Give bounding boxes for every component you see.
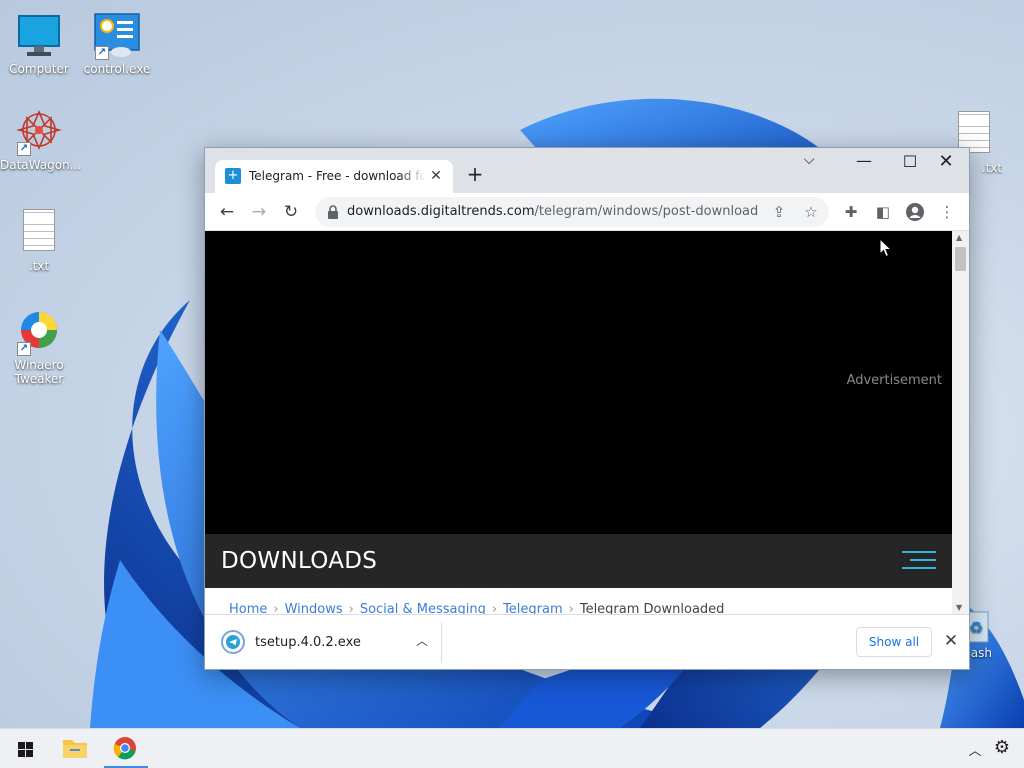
browser-toolbar: ← → ↻ downloads.digitaltrends.com/telegr…	[205, 193, 969, 231]
new-tab-button[interactable]: +	[463, 164, 487, 188]
url-text: downloads.digitaltrends.com/telegram/win…	[347, 204, 758, 219]
desktop-icon-txt-file[interactable]: .txt	[0, 206, 78, 273]
breadcrumb-home[interactable]: Home	[229, 602, 267, 614]
winaero-tweaker-icon: ↗	[15, 308, 63, 356]
breadcrumb-telegram[interactable]: Telegram	[503, 602, 563, 614]
browser-menu-icon[interactable]: ⋮	[937, 202, 957, 222]
taskbar: ︿ ⚙	[0, 728, 1024, 768]
video-ad-area[interactable]: Advertisement	[205, 231, 952, 534]
side-panel-icon[interactable]: ◧	[873, 202, 893, 222]
desktop-icon-winaero-tweaker[interactable]: ↗ Winaero Tweaker	[0, 308, 78, 386]
chrome-icon	[113, 737, 136, 760]
monitor-icon	[15, 12, 63, 60]
hamburger-menu-icon[interactable]	[902, 551, 936, 571]
breadcrumb-windows[interactable]: Windows	[285, 602, 343, 614]
desktop-icon-label: Computer	[9, 62, 69, 76]
title-bar: + Telegram - Free - download for Windows…	[205, 148, 969, 193]
tray-overflow-chevron-icon[interactable]: ︿	[966, 740, 984, 759]
desktop-icon-computer[interactable]: Computer	[0, 12, 78, 76]
show-all-button[interactable]: Show all	[856, 627, 932, 657]
desktop-icon-control-exe[interactable]: ↗ control.exe	[78, 12, 156, 76]
desktop-icon-datawagon[interactable]: ↗ DataWagon...	[0, 108, 82, 172]
extensions-puzzle-icon[interactable]: ✚	[841, 202, 861, 222]
download-shelf-close-icon[interactable]: ✕	[941, 630, 961, 652]
telegram-icon	[221, 630, 245, 654]
desktop-icon-label: DataWagon...	[0, 158, 82, 172]
breadcrumb-current: Telegram Downloaded	[579, 602, 725, 614]
back-icon[interactable]: ←	[215, 201, 239, 223]
shortcut-arrow-icon: ↗	[17, 142, 31, 156]
bookmark-star-icon[interactable]: ☆	[801, 202, 821, 222]
url-path: /telegram/windows/post-download	[534, 204, 759, 219]
shortcut-arrow-icon: ↗	[17, 342, 31, 356]
page-content: Advertisement DOWNLOADS Home › Windows › Soc…	[205, 231, 952, 614]
divider	[441, 623, 442, 663]
start-button[interactable]	[2, 729, 48, 768]
address-bar[interactable]: downloads.digitaltrends.com/telegram/win…	[315, 197, 829, 227]
scroll-down-icon[interactable]: ▼	[956, 603, 962, 612]
digitaltrends-favicon-icon: +	[225, 168, 241, 184]
download-item[interactable]: tsetup.4.0.2.exe ︿	[213, 622, 438, 662]
vertical-scrollbar[interactable]: ▲ ▼	[952, 231, 969, 614]
reload-icon[interactable]: ↻	[279, 201, 303, 223]
desktop-icon-label: .txt	[28, 259, 50, 273]
scroll-up-icon[interactable]: ▲	[956, 233, 962, 242]
window-close-button[interactable]: ✕	[923, 148, 969, 178]
shortcut-arrow-icon: ↗	[95, 46, 109, 60]
site-header: DOWNLOADS	[205, 534, 952, 588]
tab-search-icon[interactable]: ⌵	[797, 152, 821, 176]
mouse-cursor-icon	[879, 238, 893, 258]
text-file-icon	[15, 209, 63, 257]
url-host: downloads.digitaltrends.com	[347, 204, 535, 219]
desktop-icon-label: Winaero Tweaker	[14, 358, 64, 386]
windows-logo-icon	[18, 742, 33, 757]
breadcrumb-social-messaging[interactable]: Social & Messaging	[360, 602, 486, 614]
breadcrumb: Home › Windows › Social & Messaging › Telegram…	[229, 602, 724, 614]
control-panel-icon: ↗	[93, 12, 141, 60]
profile-avatar-icon[interactable]	[905, 202, 925, 222]
chevron-up-icon[interactable]: ︿	[413, 632, 431, 650]
site-section-title[interactable]: DOWNLOADS	[221, 548, 377, 574]
download-filename: tsetup.4.0.2.exe	[255, 635, 361, 650]
desktop-icon-label: control.exe	[83, 62, 151, 76]
browser-tab[interactable]: + Telegram - Free - download for Windows…	[215, 160, 453, 193]
forward-icon[interactable]: →	[247, 201, 271, 223]
settings-gear-icon[interactable]: ⚙	[992, 738, 1012, 758]
file-explorer-button[interactable]	[52, 729, 98, 768]
scroll-thumb[interactable]	[955, 247, 966, 271]
lock-icon	[328, 205, 338, 219]
minimize-button[interactable]: —	[841, 148, 887, 178]
tab-close-icon[interactable]: ✕	[427, 167, 445, 185]
chrome-taskbar-button[interactable]	[102, 729, 148, 768]
chrome-window: + Telegram - Free - download for Windows…	[204, 147, 970, 670]
folder-icon	[63, 740, 87, 758]
svg-text:♻: ♻	[969, 618, 983, 637]
share-icon[interactable]: ⇪	[769, 202, 789, 222]
datawagon-icon: ↗	[15, 108, 63, 156]
advertisement-label: Advertisement	[846, 373, 942, 388]
download-shelf: tsetup.4.0.2.exe ︿ Show all ✕	[205, 614, 969, 669]
tab-title: Telegram - Free - download for Windows	[249, 169, 425, 183]
